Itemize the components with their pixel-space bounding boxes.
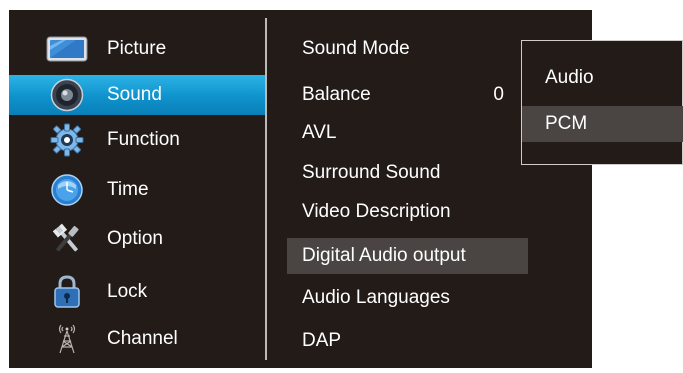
sound-item-label: Audio Languages — [302, 287, 450, 308]
popup-option-audio[interactable]: Audio — [522, 60, 683, 96]
sound-item-label: Digital Audio output — [302, 245, 466, 266]
sound-item-label: Surround Sound — [302, 162, 441, 183]
menu-item-label: Sound — [107, 84, 162, 105]
menu-item-picture[interactable]: Picture — [9, 29, 265, 69]
menu-item-label: Picture — [107, 38, 167, 59]
sound-item-avl[interactable]: AVL — [287, 115, 528, 151]
clock-icon — [45, 173, 89, 207]
picture-icon — [45, 32, 89, 66]
sound-item-balance[interactable]: Balance 0 — [287, 77, 528, 113]
tools-icon — [45, 222, 89, 256]
menu-item-time[interactable]: Time — [9, 170, 265, 210]
menu-item-sound[interactable]: Sound — [9, 75, 265, 115]
sound-item-label: Sound Mode — [302, 38, 410, 59]
sound-item-dap[interactable]: DAP — [287, 323, 528, 359]
sound-item-label: AVL — [302, 122, 337, 143]
sound-item-audio-languages[interactable]: Audio Languages — [287, 280, 528, 316]
menu-item-option[interactable]: Option — [9, 219, 265, 259]
menu-item-function[interactable]: Function — [9, 120, 265, 160]
sound-item-surround-sound[interactable]: Surround Sound — [287, 155, 528, 191]
menu-item-label: Option — [107, 228, 163, 249]
popup-option-label: PCM — [545, 113, 588, 134]
menu-divider — [265, 18, 267, 360]
balance-value: 0 — [493, 84, 504, 105]
antenna-icon — [45, 322, 89, 356]
lock-icon — [45, 275, 89, 309]
gear-icon — [45, 123, 89, 157]
menu-item-lock[interactable]: Lock — [9, 272, 265, 312]
popup-option-pcm[interactable]: PCM — [522, 106, 683, 142]
menu-item-label: Function — [107, 129, 180, 150]
sound-item-sound-mode[interactable]: Sound Mode — [287, 31, 528, 67]
sound-item-label: DAP — [302, 330, 342, 351]
popup-option-label: Audio — [545, 67, 594, 88]
sound-item-digital-audio-output[interactable]: Digital Audio output — [287, 238, 528, 274]
sound-item-label: Video Description — [302, 201, 451, 222]
menu-item-label: Channel — [107, 328, 178, 349]
sound-item-video-description[interactable]: Video Description — [287, 194, 528, 230]
menu-item-label: Lock — [107, 281, 148, 302]
speaker-icon — [45, 78, 89, 112]
menu-item-channel[interactable]: Channel — [9, 319, 265, 359]
digital-audio-output-popup: Audio PCM — [521, 40, 683, 165]
sound-item-label: Balance — [302, 84, 371, 105]
menu-item-label: Time — [107, 179, 149, 200]
